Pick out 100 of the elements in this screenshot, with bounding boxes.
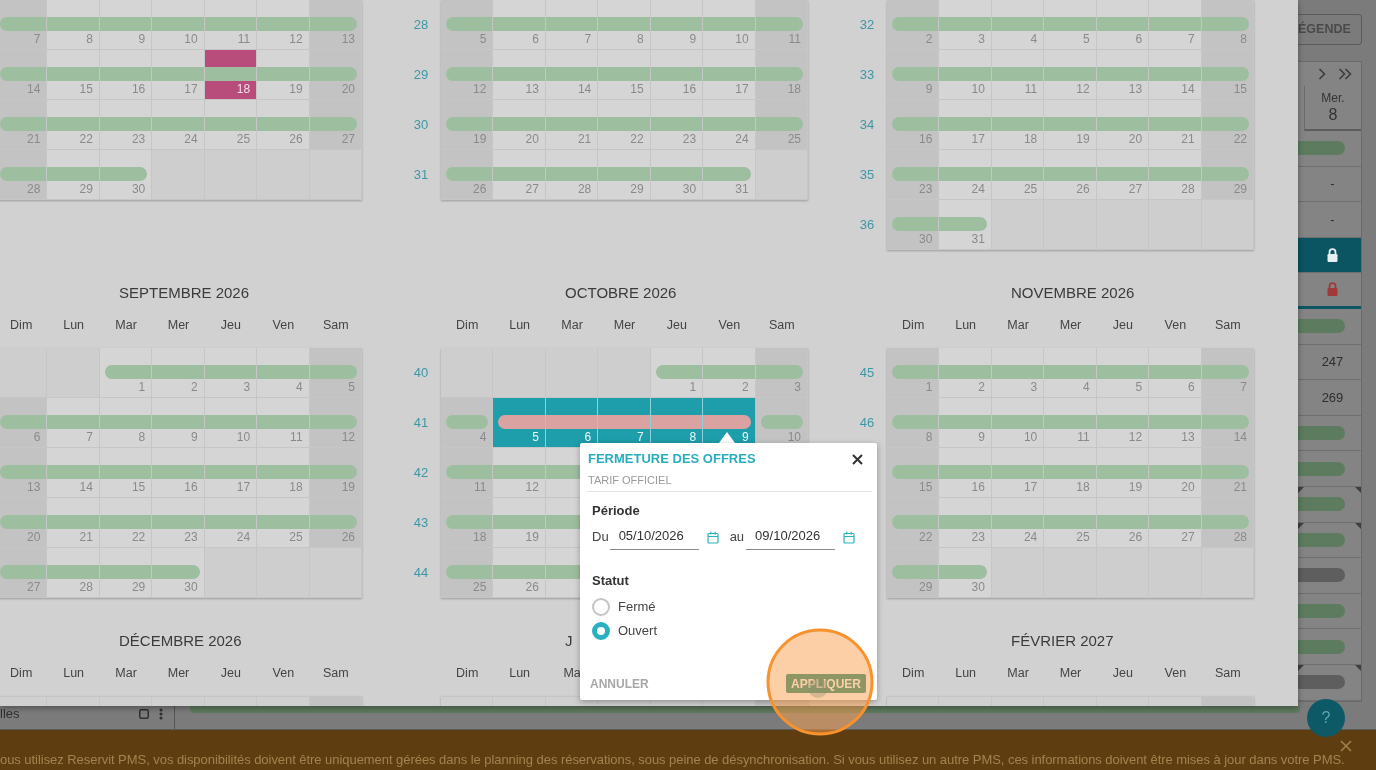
day-cell[interactable]: 12 <box>493 448 546 498</box>
day-cell[interactable]: 17 <box>152 50 205 100</box>
radio-button[interactable] <box>592 622 610 640</box>
apply-button[interactable]: APPLIQUER <box>786 674 866 693</box>
day-cell[interactable]: 26 <box>1044 150 1097 200</box>
day-cell[interactable]: 18 <box>204 50 258 100</box>
day-cell[interactable]: 2 <box>152 348 205 398</box>
day-cell[interactable]: 16 <box>152 448 205 498</box>
day-cell[interactable]: 1 <box>99 348 153 398</box>
day-cell[interactable]: 10 <box>204 398 258 448</box>
day-cell[interactable]: 5 <box>493 398 546 448</box>
day-cell[interactable]: 24 <box>991 498 1045 548</box>
day-cell[interactable]: 11 <box>257 398 310 448</box>
day-cell[interactable]: 18 <box>441 498 494 548</box>
cancel-button[interactable]: ANNULER <box>590 674 649 693</box>
day-cell[interactable]: 18 <box>257 448 310 498</box>
day-cell[interactable]: 7 <box>545 0 599 50</box>
day-cell[interactable]: 18 <box>755 50 808 100</box>
day-cell[interactable]: 19 <box>493 498 546 548</box>
day-cell[interactable]: 29 <box>598 150 651 200</box>
day-cell[interactable]: 6 <box>545 398 599 448</box>
day-cell[interactable]: 26 <box>309 498 362 548</box>
day-cell[interactable]: 15 <box>1201 50 1254 100</box>
day-cell[interactable]: 5 <box>309 348 362 398</box>
day-cell[interactable]: 23 <box>650 100 704 150</box>
day-cell[interactable]: 13 <box>0 448 48 498</box>
day-cell[interactable]: 6 <box>1096 0 1150 50</box>
day-cell[interactable]: 15 <box>887 448 940 498</box>
day-cell[interactable]: 20 <box>493 100 546 150</box>
day-cell[interactable]: 9 <box>152 398 205 448</box>
day-cell[interactable]: 11 <box>441 448 494 498</box>
day-cell[interactable]: 19 <box>309 448 362 498</box>
day-cell[interactable]: 19 <box>1096 448 1150 498</box>
day-cell[interactable]: 27 <box>1149 498 1202 548</box>
day-cell[interactable]: 16 <box>99 50 153 100</box>
day-cell[interactable]: 3 <box>939 0 992 50</box>
day-cell[interactable]: 21 <box>1149 100 1202 150</box>
day-cell[interactable]: 7 <box>47 398 100 448</box>
day-cell[interactable]: 12 <box>441 50 494 100</box>
day-cell[interactable]: 22 <box>598 100 651 150</box>
day-cell[interactable]: 3 <box>755 348 808 398</box>
day-cell[interactable]: 28 <box>545 150 599 200</box>
day-cell[interactable]: 7 <box>1149 0 1202 50</box>
day-cell[interactable]: 14 <box>1201 398 1254 448</box>
day-cell[interactable]: 26 <box>257 100 310 150</box>
day-cell[interactable]: 22 <box>887 498 940 548</box>
day-cell[interactable]: 19 <box>441 100 494 150</box>
day-cell[interactable]: 20 <box>1096 100 1150 150</box>
day-cell[interactable]: 21 <box>545 100 599 150</box>
day-cell[interactable]: 21 <box>47 498 100 548</box>
day-cell[interactable]: 4 <box>441 398 494 448</box>
day-cell[interactable]: 9 <box>939 398 992 448</box>
day-cell[interactable]: 22 <box>47 100 100 150</box>
day-cell[interactable]: 24 <box>939 150 992 200</box>
day-cell[interactable]: 14 <box>1149 50 1202 100</box>
day-cell[interactable]: 29 <box>1201 150 1254 200</box>
day-cell[interactable]: 7 <box>1201 348 1254 398</box>
day-cell[interactable]: 10 <box>152 0 205 50</box>
date-field[interactable]: 05/10/2026 <box>609 524 699 550</box>
day-cell[interactable]: 8 <box>887 398 940 448</box>
day-cell[interactable]: 30 <box>939 548 992 598</box>
day-cell[interactable]: 11 <box>991 50 1045 100</box>
day-cell[interactable]: 2 <box>887 0 940 50</box>
day-cell[interactable]: 23 <box>939 498 992 548</box>
day-cell[interactable]: 21 <box>1201 448 1254 498</box>
day-cell[interactable]: 20 <box>309 50 362 100</box>
day-cell[interactable]: 25 <box>204 100 258 150</box>
day-cell[interactable]: 9 <box>99 0 153 50</box>
calendar-icon[interactable] <box>843 530 856 544</box>
day-cell[interactable]: 8 <box>47 0 100 50</box>
day-cell[interactable]: 8 <box>1201 0 1254 50</box>
day-cell[interactable]: 30 <box>99 150 153 200</box>
date-field[interactable]: 09/10/2026 <box>746 524 836 550</box>
day-cell[interactable]: 24 <box>152 100 205 150</box>
day-cell[interactable]: 6 <box>493 0 546 50</box>
day-cell[interactable]: 8 <box>99 398 153 448</box>
day-cell[interactable]: 17 <box>703 50 756 100</box>
day-cell[interactable]: 25 <box>991 150 1045 200</box>
day-cell[interactable]: 8 <box>598 0 651 50</box>
day-cell[interactable]: 26 <box>493 548 546 598</box>
day-cell[interactable]: 2 <box>939 348 992 398</box>
day-cell[interactable]: 30 <box>152 548 205 598</box>
day-cell[interactable]: 14 <box>545 50 599 100</box>
day-cell[interactable]: 15 <box>598 50 651 100</box>
day-cell[interactable]: 31 <box>703 150 756 200</box>
day-cell[interactable]: 11 <box>1044 398 1097 448</box>
day-cell[interactable]: 5 <box>1096 348 1150 398</box>
day-cell[interactable]: 14 <box>0 50 48 100</box>
day-cell[interactable]: 10 <box>939 50 992 100</box>
day-cell[interactable]: 9 <box>650 0 704 50</box>
day-cell[interactable]: 18 <box>991 100 1045 150</box>
day-cell[interactable]: 1 <box>887 348 940 398</box>
day-cell[interactable]: 5 <box>441 0 494 50</box>
day-cell[interactable]: 27 <box>493 150 546 200</box>
day-cell[interactable]: 23 <box>152 498 205 548</box>
day-cell[interactable]: 10 <box>991 398 1045 448</box>
day-cell[interactable]: 16 <box>939 448 992 498</box>
day-cell[interactable]: 13 <box>1096 50 1150 100</box>
day-cell[interactable]: 4 <box>1044 348 1097 398</box>
square-icon[interactable] <box>139 709 149 719</box>
